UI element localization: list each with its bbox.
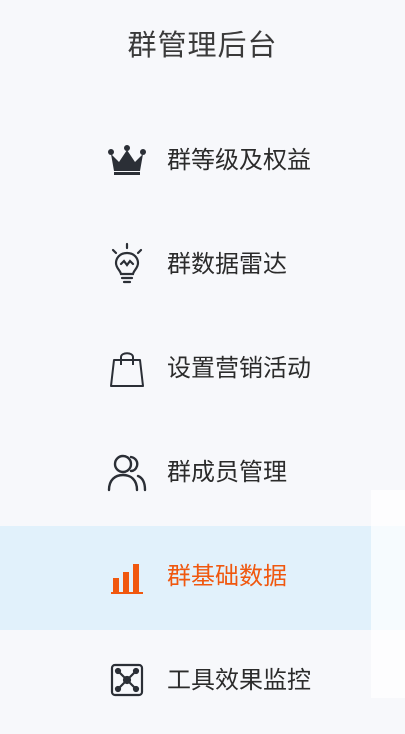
sidebar-item-marketing[interactable]: 设置营销活动 — [0, 318, 405, 422]
lightbulb-icon — [105, 242, 149, 286]
bar-chart-icon — [105, 554, 149, 598]
sidebar-item-group-level[interactable]: 群等级及权益 — [0, 110, 405, 214]
sidebar-item-label: 群等级及权益 — [167, 146, 311, 174]
sidebar-title: 群管理后台 — [127, 28, 278, 62]
sidebar-item-label: 群数据雷达 — [167, 250, 287, 278]
sidebar-item-tool-monitor[interactable]: 工具效果监控 — [0, 630, 405, 734]
content-edge — [371, 490, 405, 698]
sidebar-item-label: 群基础数据 — [167, 562, 287, 590]
sidebar-item-label: 工具效果监控 — [167, 666, 311, 694]
sidebar-item-members[interactable]: 群成员管理 — [0, 422, 405, 526]
sidebar-item-label: 群成员管理 — [167, 458, 287, 486]
sidebar-item-data-radar[interactable]: 群数据雷达 — [0, 214, 405, 318]
sidebar-item-label: 设置营销活动 — [167, 354, 311, 382]
sidebar-item-basic-data[interactable]: 群基础数据 — [0, 526, 405, 630]
network-icon — [105, 658, 149, 702]
sidebar-panel: 群管理后台 群等级及权益 群数据雷达 设置营销活动 群成员管理 群基础数据 工具… — [0, 0, 405, 698]
members-icon — [105, 450, 149, 494]
shopping-bag-icon — [105, 346, 149, 390]
crown-icon — [105, 138, 149, 182]
